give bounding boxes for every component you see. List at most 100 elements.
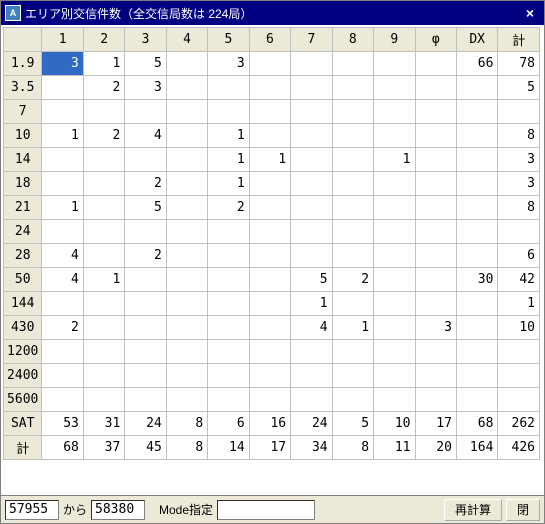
cell[interactable] [498,100,540,124]
cell[interactable]: 4 [42,244,83,268]
cell[interactable] [125,268,166,292]
cell[interactable] [374,76,415,100]
col-header[interactable]: 1 [42,28,83,52]
cell[interactable] [291,340,332,364]
cell[interactable] [415,52,456,76]
cell[interactable] [125,100,166,124]
cell[interactable]: 16 [249,412,290,436]
cell[interactable] [415,268,456,292]
cell[interactable] [332,244,373,268]
cell[interactable]: 1 [332,316,373,340]
cell[interactable]: 262 [498,412,540,436]
cell[interactable]: 8 [166,412,207,436]
cell[interactable] [208,388,249,412]
cell[interactable] [374,388,415,412]
cell[interactable] [42,76,83,100]
cell[interactable]: 24 [291,412,332,436]
col-header[interactable]: 3 [125,28,166,52]
cell[interactable] [332,196,373,220]
cell[interactable] [249,52,290,76]
cell[interactable]: 164 [456,436,497,460]
cell[interactable] [166,364,207,388]
cell[interactable] [291,364,332,388]
cell[interactable] [125,148,166,172]
cell[interactable] [166,340,207,364]
cell[interactable] [42,292,83,316]
cell[interactable]: 45 [125,436,166,460]
cell[interactable] [456,292,497,316]
cell[interactable] [166,268,207,292]
cell[interactable] [374,316,415,340]
cell[interactable] [208,292,249,316]
cell[interactable] [291,244,332,268]
col-header[interactable]: 9 [374,28,415,52]
close-button[interactable]: 閉 [506,499,540,521]
cell[interactable] [166,388,207,412]
cell[interactable]: 3 [498,148,540,172]
cell[interactable]: 17 [249,436,290,460]
cell[interactable] [42,172,83,196]
cell[interactable] [249,172,290,196]
cell[interactable] [83,316,124,340]
cell[interactable] [332,52,373,76]
cell[interactable]: 5 [291,268,332,292]
cell[interactable]: 17 [415,412,456,436]
cell[interactable] [374,124,415,148]
cell[interactable] [374,244,415,268]
cell[interactable] [83,244,124,268]
col-header[interactable]: φ [415,28,456,52]
cell[interactable] [208,100,249,124]
cell[interactable] [249,316,290,340]
cell[interactable]: 5 [332,412,373,436]
cell[interactable] [208,364,249,388]
col-header[interactable]: 2 [83,28,124,52]
cell[interactable] [291,220,332,244]
row-header[interactable]: SAT [4,412,42,436]
from-input[interactable] [5,500,59,520]
cell[interactable] [166,76,207,100]
cell[interactable]: 426 [498,436,540,460]
cell[interactable]: 4 [42,268,83,292]
cell[interactable]: 66 [456,52,497,76]
cell[interactable] [249,292,290,316]
cell[interactable] [42,100,83,124]
col-header[interactable]: 計 [498,28,540,52]
col-header[interactable]: 8 [332,28,373,52]
cell[interactable] [415,388,456,412]
col-header[interactable]: DX [456,28,497,52]
cell[interactable]: 1 [42,196,83,220]
cell[interactable] [332,76,373,100]
cell[interactable] [374,172,415,196]
cell[interactable] [249,388,290,412]
col-header[interactable]: 7 [291,28,332,52]
cell[interactable] [415,76,456,100]
cell[interactable] [374,268,415,292]
cell[interactable] [83,388,124,412]
cell[interactable] [249,364,290,388]
cell[interactable] [374,364,415,388]
cell[interactable]: 14 [208,436,249,460]
cell[interactable]: 11 [374,436,415,460]
cell[interactable] [249,340,290,364]
cell[interactable] [415,364,456,388]
cell[interactable] [291,76,332,100]
cell[interactable] [83,340,124,364]
cell[interactable] [166,196,207,220]
cell[interactable] [415,148,456,172]
cell[interactable] [291,148,332,172]
cell[interactable] [249,100,290,124]
cell[interactable]: 42 [498,268,540,292]
cell[interactable] [42,388,83,412]
cell[interactable] [415,220,456,244]
cell[interactable] [374,220,415,244]
cell[interactable]: 6 [498,244,540,268]
cell[interactable]: 34 [291,436,332,460]
cell[interactable] [374,292,415,316]
cell[interactable]: 2 [125,244,166,268]
cell[interactable] [83,364,124,388]
cell[interactable] [83,220,124,244]
cell[interactable] [332,100,373,124]
cell[interactable] [249,196,290,220]
cell[interactable] [291,124,332,148]
cell[interactable] [332,388,373,412]
